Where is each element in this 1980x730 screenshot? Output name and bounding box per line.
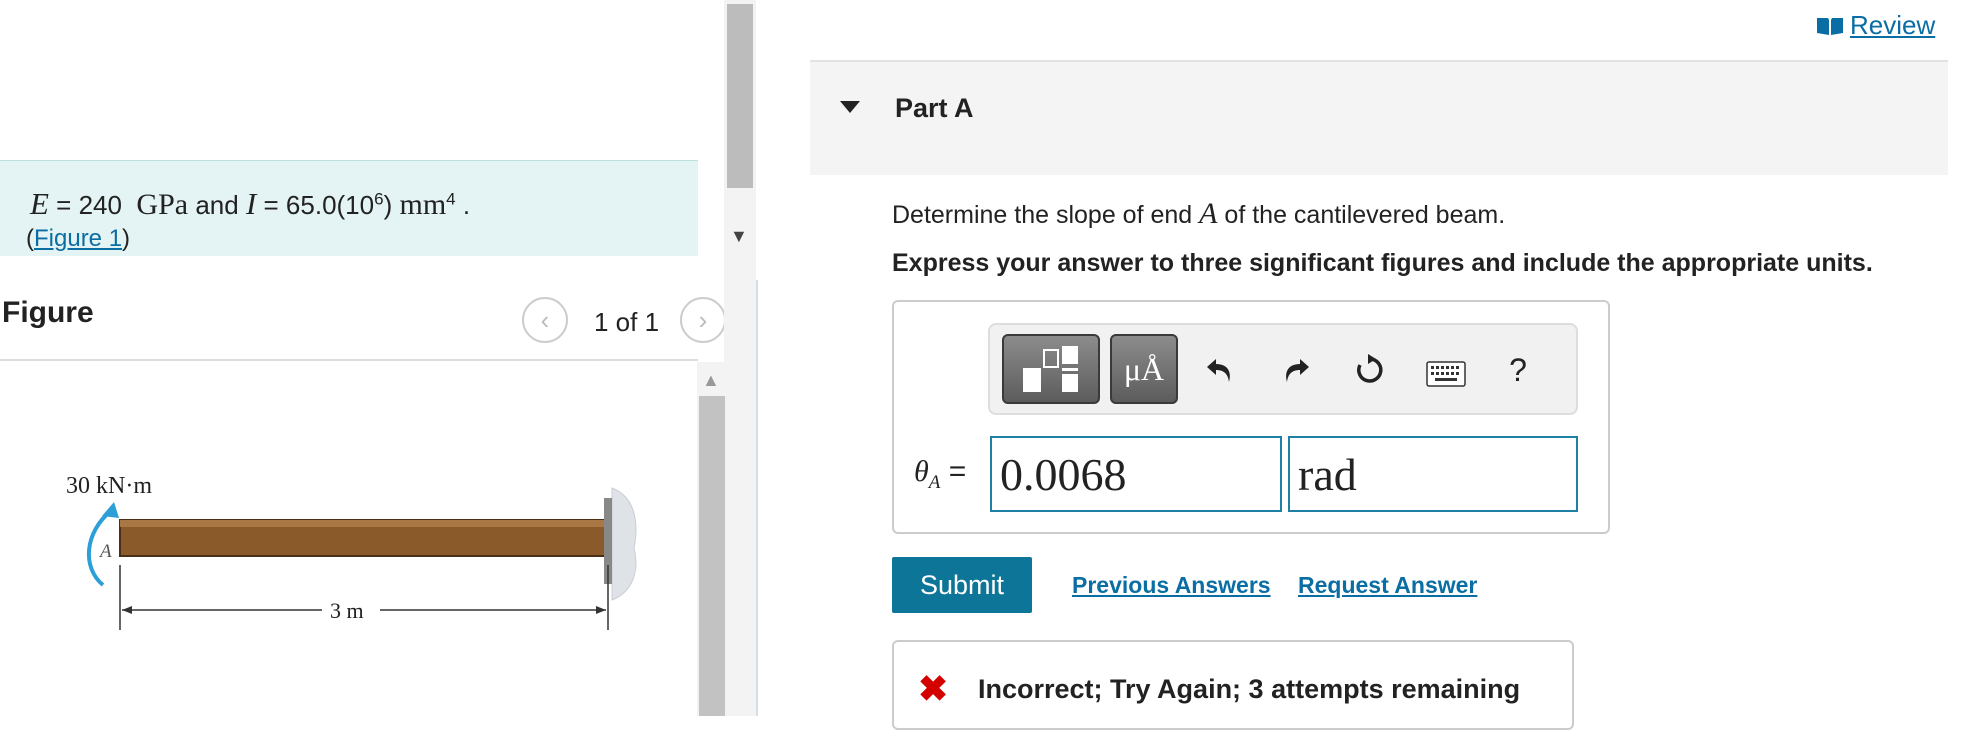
instruction-text: Express your answer to three significant… (892, 249, 1873, 277)
redo-button[interactable] (1274, 348, 1318, 392)
submit-button[interactable]: Submit (892, 557, 1032, 613)
i-exponent: 6 (374, 189, 384, 209)
i-symbol: I (245, 186, 257, 221)
moment-label: 30 kN·m (66, 473, 152, 499)
keyboard-icon (1426, 361, 1466, 387)
answer-value-input[interactable] (990, 436, 1282, 512)
theta-symbol: θ (914, 455, 929, 488)
pane-divider (756, 280, 758, 716)
fraction-template-icon (1023, 346, 1078, 392)
beam-highlight (120, 520, 608, 527)
question-variable: A (1199, 197, 1218, 230)
given-values: E = 240 GPa and I = 65.0(106) mm4 . (30, 186, 471, 221)
e-unit: GPa (136, 188, 189, 221)
i-unit: mm (399, 188, 447, 221)
question-after: of the cantilevered beam. (1224, 201, 1506, 229)
chevron-right-icon: › (698, 304, 708, 335)
previous-answers-link[interactable]: Previous Answers (1072, 572, 1271, 599)
part-title: Part A (895, 93, 974, 123)
undo-button[interactable] (1198, 348, 1242, 392)
i-close: ) (383, 190, 393, 220)
review-label: Review (1850, 10, 1936, 40)
e-symbol: E (30, 186, 49, 221)
question-before: Determine the slope of end (892, 201, 1193, 229)
reset-button[interactable] (1348, 348, 1392, 392)
and-text: and (195, 190, 239, 220)
end-label: A (98, 541, 112, 562)
answer-unit-input[interactable] (1288, 436, 1578, 512)
book-icon (1817, 17, 1843, 35)
review-link[interactable]: Review (1816, 10, 1935, 41)
length-label: 3 m (330, 598, 364, 623)
figure-scrollbar-thumb[interactable] (699, 396, 725, 716)
part-a-header[interactable] (810, 62, 1948, 175)
equals-sign: = (948, 455, 967, 488)
next-figure-button[interactable]: › (680, 297, 726, 343)
question-text: Determine the slope of end A of the cant… (892, 197, 1505, 231)
undo-icon (1207, 359, 1230, 382)
x-icon: ✖ (918, 668, 949, 709)
i-unit-exponent: 4 (446, 189, 456, 209)
redo-icon (1286, 359, 1309, 382)
figure-link[interactable]: Figure 1 (34, 225, 122, 252)
keyboard-button[interactable] (1424, 352, 1468, 396)
theta-subscript: A (928, 472, 941, 493)
dimension-arrow-right (596, 606, 606, 614)
figure-divider (0, 359, 698, 361)
help-button[interactable]: ? (1496, 348, 1540, 392)
dimension-arrow-left (122, 606, 132, 614)
feedback-message: Incorrect; Try Again; 3 attempts remaini… (978, 674, 1521, 704)
collapse-caret-icon[interactable] (840, 101, 860, 113)
chevron-left-icon: ‹ (540, 304, 550, 335)
answer-label: θA = (914, 455, 966, 494)
e-value: 240 (78, 190, 122, 220)
figure-link-line: (Figure 1) (26, 225, 131, 252)
figure-count: 1 of 1 (594, 307, 660, 337)
figure-title: Figure (2, 296, 94, 329)
scroll-down-arrow-icon[interactable]: ▼ (730, 226, 748, 247)
previous-figure-button[interactable]: ‹ (522, 297, 568, 343)
reset-icon (1357, 354, 1383, 383)
scroll-up-arrow-icon[interactable]: ▲ (702, 370, 720, 391)
period: . (462, 190, 471, 220)
templates-button[interactable] (1002, 334, 1100, 404)
outer-scrollbar-thumb[interactable] (727, 4, 753, 188)
i-value: 65.0(10 (285, 190, 375, 220)
cantilever-beam-diagram: 30 kN·m A 3 m (66, 473, 637, 630)
units-button[interactable]: μÅ (1110, 334, 1178, 404)
fixed-wall (611, 487, 637, 601)
moment-arrowhead (102, 502, 119, 518)
request-answer-link[interactable]: Request Answer (1298, 572, 1477, 599)
